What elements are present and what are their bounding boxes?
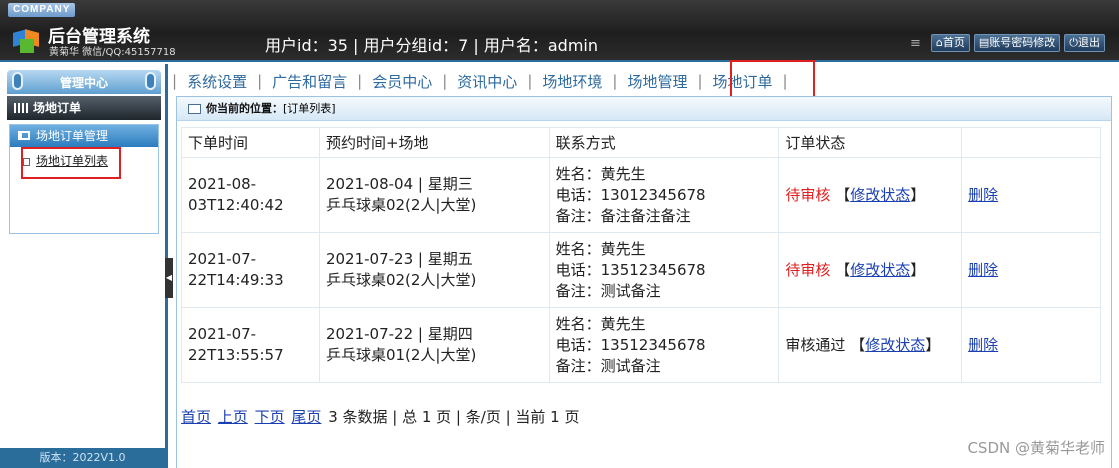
order-time: 2021-07- 22T14:49:33	[181, 232, 320, 308]
document-icon: ▤	[978, 36, 990, 49]
first-page-link[interactable]: 首页	[181, 408, 211, 426]
logout-button[interactable]: ⏻退出	[1064, 34, 1105, 52]
col-actions	[961, 127, 1101, 158]
booking-info: 2021-07-22 | 星期四 乒乓球桌01(2人|大堂)	[318, 307, 550, 383]
contact-info: 姓名：黄先生 电话：13012345678 备注：备注备注备注	[548, 157, 780, 233]
sidebar-highlight-box	[21, 147, 121, 179]
app-subtitle: 黄菊华 微信/QQ:45157718	[49, 47, 176, 58]
edit-status-link[interactable]: 修改状态	[865, 336, 925, 354]
delete-link[interactable]: 删除	[968, 186, 998, 204]
status-text: 审核通过	[785, 335, 846, 354]
edit-status-link[interactable]: 修改状态	[850, 186, 910, 204]
col-status: 订单状态	[778, 127, 963, 158]
table-row: 2021-08- 03T12:40:42 2021-08-04 | 星期三 乒乓球桌…	[181, 157, 1101, 233]
tab-news[interactable]: 资讯中心	[457, 71, 517, 92]
pagination: 首页 上页 下页 尾页 3 条数据 | 总 1 页 | 条/页 | 当前 1 页	[181, 406, 579, 427]
user-info: 用户id：35 | 用户分组id：7 | 用户名：admin	[265, 36, 599, 55]
tab-ads-messages[interactable]: 广告和留言	[272, 71, 347, 92]
col-order-time: 下单时间	[181, 127, 320, 158]
orders-table: 下单时间 预约时间+场地 联系方式 订单状态 2021-08- 03T12:40:…	[181, 127, 1101, 383]
power-icon: ⏻	[1069, 36, 1078, 49]
contact-info: 姓名：黄先生 电话：13512345678 备注：测试备注	[548, 232, 780, 308]
change-password-button[interactable]: ▤账号密码修改	[973, 34, 1061, 52]
order-time: 2021-07- 22T13:55:57	[181, 307, 320, 383]
order-status: 待审核 【修改状态】	[778, 157, 963, 233]
edit-status-link[interactable]: 修改状态	[850, 261, 910, 279]
menu-icon[interactable]: ≡	[910, 36, 921, 51]
tab-members[interactable]: 会员中心	[372, 71, 432, 92]
binder-ring-icon	[12, 72, 23, 90]
last-page-link[interactable]: 尾页	[291, 408, 321, 426]
sidebar: 管理中心 场地订单 场地订单管理 场地订单列表 版本：2022V1.0	[0, 64, 168, 468]
tab-venue-environment[interactable]: 场地环境	[542, 71, 602, 92]
collapse-arrow-icon[interactable]: ◀	[165, 258, 173, 298]
status-text: 待审核	[785, 260, 831, 279]
booking-info: 2021-07-23 | 星期五 乒乓球桌02(2人|大堂)	[318, 232, 550, 308]
grid-icon	[14, 103, 28, 113]
top-header: COMPANY 后台管理系统 黄菊华 微信/QQ:45157718 用户id：3…	[0, 0, 1119, 62]
booking-info: 2021-08-04 | 星期三 乒乓球桌02(2人|大堂)	[318, 157, 550, 233]
sidebar-section-orders[interactable]: 场地订单	[7, 96, 161, 120]
sidebar-group-box: 场地订单管理 场地订单列表	[9, 124, 159, 234]
pagination-summary: 3 条数据 | 总 1 页 | 条/页 | 当前 1 页	[328, 408, 580, 426]
delete-link[interactable]: 删除	[968, 261, 998, 279]
version-label: 版本：2022V1.0	[0, 448, 165, 468]
tab-system-settings[interactable]: 系统设置	[187, 71, 247, 92]
prev-page-link[interactable]: 上页	[218, 408, 248, 426]
top-nav: | 系统设置 | 广告和留言 | 会员中心 | 资讯中心 | 场地环境 | 场地…	[172, 71, 788, 92]
main-panel: 你当前的位置：[订单列表] 下单时间 预约时间+场地 联系方式 订单状态 202…	[176, 96, 1112, 468]
next-page-link[interactable]: 下页	[255, 408, 285, 426]
order-status: 审核通过 【修改状态】	[778, 307, 963, 383]
binder-ring-icon	[145, 72, 156, 90]
col-booking: 预约时间+场地	[318, 127, 550, 158]
table-row: 2021-07- 22T13:55:57 2021-07-22 | 星期四 乒乓球桌…	[181, 307, 1101, 383]
contact-info: 姓名：黄先生 电话：13512345678 备注：测试备注	[548, 307, 780, 383]
status-text: 待审核	[785, 185, 831, 204]
top-buttons: ≡ ⌂首页 ▤账号密码修改 ⏻退出	[910, 34, 1105, 52]
company-badge: COMPANY	[8, 3, 76, 17]
watermark: CSDN @黄菊华老师	[967, 439, 1105, 457]
breadcrumb: 你当前的位置：[订单列表]	[177, 97, 1111, 121]
order-status: 待审核 【修改状态】	[778, 232, 963, 308]
home-button[interactable]: ⌂首页	[930, 34, 970, 52]
sidebar-group-order-management[interactable]: 场地订单管理	[10, 125, 158, 147]
nav-highlight-box	[730, 60, 815, 98]
table-header-row: 下单时间 预约时间+场地 联系方式 订单状态	[181, 127, 1101, 158]
order-time: 2021-08- 03T12:40:42	[181, 157, 320, 233]
tab-venue-management[interactable]: 场地管理	[627, 71, 687, 92]
table-row: 2021-07- 22T14:49:33 2021-07-23 | 星期五 乒乓球桌…	[181, 232, 1101, 308]
sidebar-title: 管理中心	[7, 70, 161, 94]
window-icon	[188, 104, 201, 114]
book-icon	[18, 131, 30, 140]
delete-link[interactable]: 删除	[968, 336, 998, 354]
col-contact: 联系方式	[548, 127, 780, 158]
cubes-logo-icon	[13, 25, 41, 53]
home-icon: ⌂	[935, 36, 943, 49]
